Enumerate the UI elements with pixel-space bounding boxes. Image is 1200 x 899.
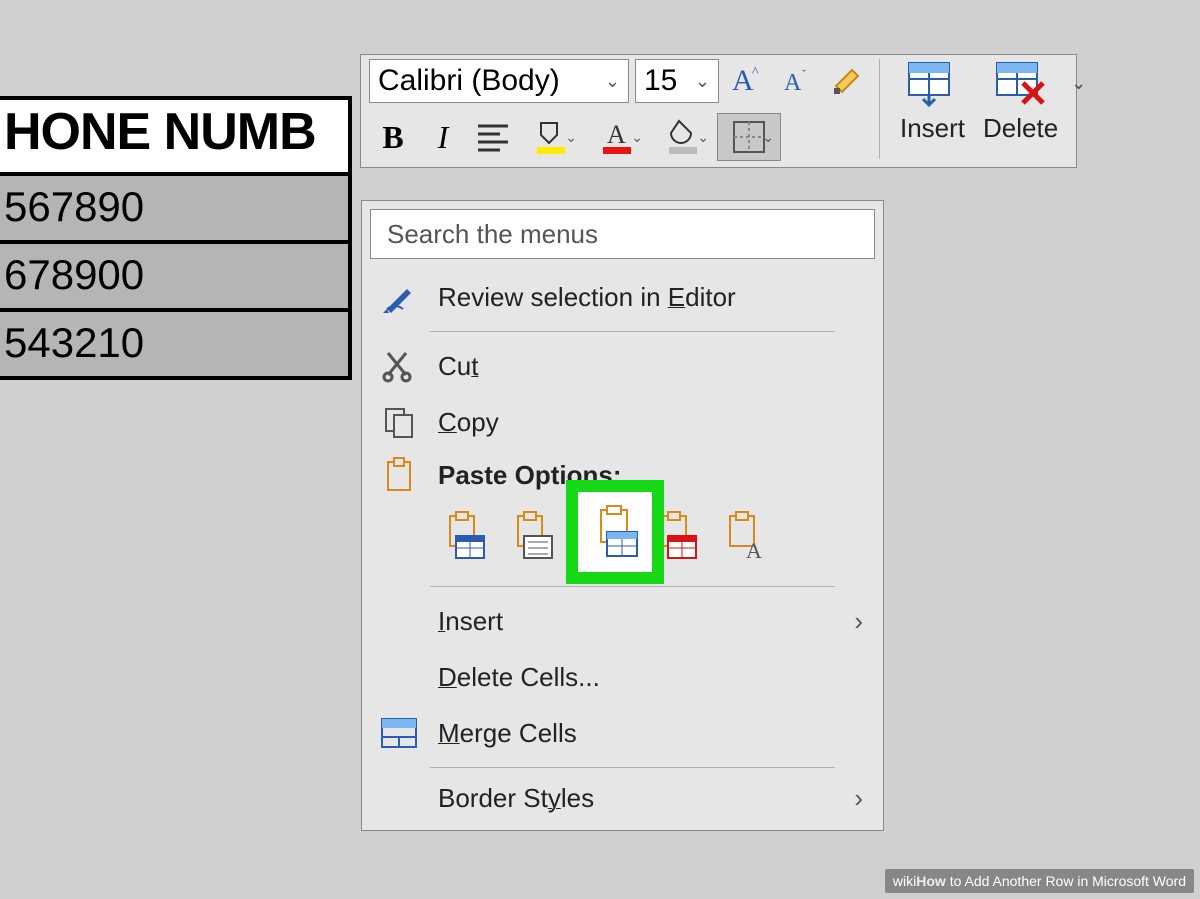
watermark-rest: to Add Another Row in Microsoft Word [946,873,1186,889]
search-menus-input[interactable]: Search the menus [370,209,875,259]
chevron-down-icon: ⌄ [1071,73,1086,94]
italic-button[interactable]: I [419,113,467,161]
document-table-fragment: HONE NUMB 567890 678900 543210 [0,96,352,380]
paste-merge-formatting[interactable] [506,510,558,562]
wikihow-watermark: wikiHow to Add Another Row in Microsoft … [885,869,1194,893]
cut-item[interactable]: Cut [370,338,875,394]
table-row: 543210 [0,312,348,376]
separator [430,331,835,332]
scissors-icon [378,345,420,387]
insert-table-button[interactable]: Insert ⌄ [900,59,965,144]
highlight-color-button[interactable]: ⌄ [519,113,583,161]
chevron-right-icon: › [854,606,863,637]
decrease-font-size-button[interactable]: Aˇ [775,59,819,103]
table-header-cell: HONE NUMB [0,100,348,176]
svg-text:A: A [732,64,754,97]
paste-text-only[interactable]: A [718,510,770,562]
separator [430,586,835,587]
font-size-value: 15 [644,64,677,98]
editor-pen-icon [378,276,420,318]
chevron-down-icon: ⌄ [605,71,620,92]
blank-icon [378,656,420,698]
format-painter-button[interactable] [825,59,869,103]
copy-item[interactable]: Copy [370,394,875,450]
chevron-down-icon: ⌄ [631,129,643,146]
font-name-value: Calibri (Body) [378,64,560,98]
review-label-post: ditor [685,282,736,312]
merge-cells-item[interactable]: Merge Cells [370,705,875,761]
shading-button[interactable]: ⌄ [651,113,715,161]
table-row: 567890 [0,176,348,244]
watermark-prefix: wiki [893,873,916,889]
bold-button[interactable]: B [369,113,417,161]
mini-toolbar: Calibri (Body) ⌄ 15 ⌄ A^ Aˇ B [360,54,1077,168]
chevron-down-icon: ⌄ [695,71,710,92]
svg-text:A: A [746,538,762,562]
blank-icon [378,777,420,819]
blank-icon [378,600,420,642]
separator [879,59,880,159]
review-label-pre: Review selection in [438,282,668,312]
watermark-how: How [916,873,946,889]
font-size-dropdown[interactable]: 15 ⌄ [635,59,719,103]
separator [430,767,835,768]
review-label-key: E [668,282,685,312]
insert-label: Insert [900,113,965,144]
border-styles-submenu-item[interactable]: Border Styles › [370,774,875,822]
font-name-dropdown[interactable]: Calibri (Body) ⌄ [369,59,629,103]
delete-cells-item[interactable]: Delete Cells... [370,649,875,705]
align-button[interactable] [469,113,517,161]
chevron-down-icon: ⌄ [762,129,774,146]
search-placeholder: Search the menus [387,219,598,250]
tutorial-highlight [566,480,664,584]
paste-as-nested-table[interactable] [589,506,641,558]
chevron-down-icon: ⌄ [697,129,709,146]
increase-font-size-button[interactable]: A^ [725,59,769,103]
insert-submenu-item[interactable]: Insert › [370,593,875,649]
font-color-button[interactable]: A ⌄ [585,113,649,161]
copy-icon [378,401,420,443]
merge-cells-icon [378,712,420,754]
chevron-right-icon: › [854,783,863,814]
svg-text:ˇ: ˇ [802,67,806,81]
svg-text:A: A [607,120,626,149]
paste-keep-source-formatting[interactable] [438,510,490,562]
delete-table-button[interactable]: Delete ⌄ [983,59,1058,144]
table-row: 678900 [0,244,348,312]
borders-button[interactable]: ⌄ [717,113,781,161]
clipboard-icon [378,454,420,496]
svg-text:A: A [784,70,802,96]
svg-text:^: ^ [752,65,759,80]
delete-label: Delete [983,113,1058,144]
review-selection-item[interactable]: Review selection in Editor [370,269,875,325]
chevron-down-icon: ⌄ [565,129,577,146]
